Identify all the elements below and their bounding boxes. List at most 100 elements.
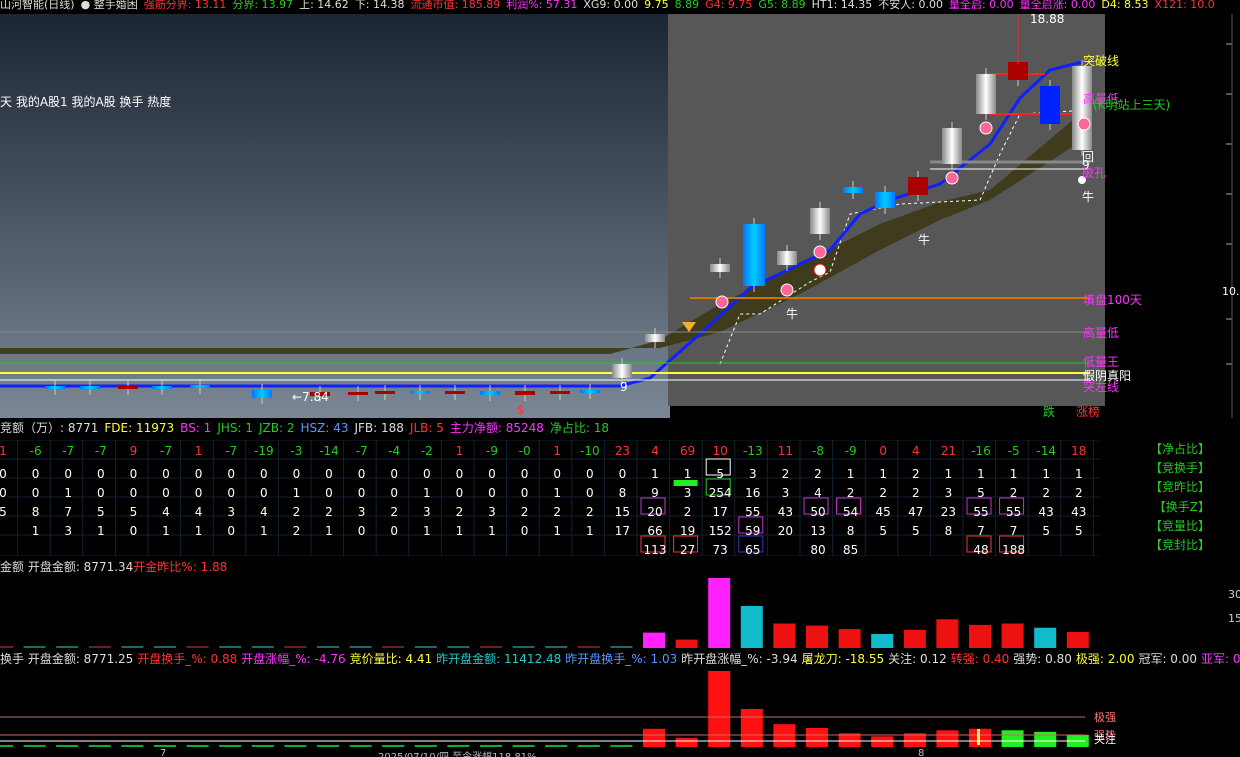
bar — [708, 671, 731, 747]
grid-cell: 21 — [940, 444, 957, 458]
bar — [251, 745, 274, 747]
signal-marker — [1077, 117, 1091, 131]
grid-cell: 1 — [31, 524, 40, 538]
indicator-value: JLB: 5 — [409, 421, 444, 435]
grid-cell: 0 — [0, 486, 7, 500]
indicator-value: 竞额（万）: 8771 — [0, 421, 99, 435]
grid-cell: 0 — [357, 467, 366, 481]
grid-cell: 8 — [618, 486, 627, 500]
grid-cell: 2 — [1074, 486, 1083, 500]
grid-cell: 5 — [0, 505, 7, 519]
candle-body — [777, 251, 797, 265]
grid-cell: 48 — [973, 543, 989, 557]
grid-cell: 17 — [614, 524, 631, 538]
chart-annotation: 牛 — [1082, 190, 1095, 204]
badge-up-rank[interactable]: 涨榜 — [1076, 403, 1100, 420]
grid-cell: 1 — [162, 524, 170, 538]
axis-label: 30 — [1228, 588, 1240, 601]
grid-cell: 152 — [708, 524, 732, 538]
indicator-value: 冠军: 0.00 — [1138, 652, 1198, 666]
indicator-value: JFB: 188 — [354, 421, 404, 435]
bar — [936, 619, 959, 648]
grid-cell: 5 — [716, 467, 724, 481]
bar — [121, 745, 144, 747]
grid-cell: 2 — [911, 467, 920, 481]
grid-cell: 3 — [944, 486, 953, 500]
indicator-value: 转强: 0.40 — [950, 652, 1010, 666]
bar — [88, 745, 111, 747]
indicator-value: ● 整手婚困 — [80, 0, 138, 11]
grid-cell: 7 — [64, 505, 72, 519]
grid-cell: 11 — [777, 444, 794, 458]
grid-row-label: 【净占比】 — [1149, 442, 1210, 456]
candle-body — [612, 364, 632, 378]
candlestick-chart[interactable]: 天 我的A股1 我的A股 换手 热度 18.88 ←7.84 10.0 突破线高… — [0, 12, 1240, 420]
candle-body — [976, 74, 996, 114]
bar — [577, 646, 600, 648]
bar — [56, 745, 79, 747]
signal-marker — [945, 171, 959, 185]
open-amount-bars: 30 15 — [0, 578, 1240, 648]
grid-cell: -3 — [290, 444, 303, 458]
chart-menu-text[interactable]: 天 我的A股1 我的A股 换手 热度 — [0, 93, 171, 110]
chart-annotation: (K明站上三天) — [1093, 98, 1171, 112]
bar — [219, 646, 242, 648]
grid-cell: 16 — [745, 486, 761, 500]
grid-cell: 43 — [1071, 505, 1087, 519]
bar — [480, 646, 502, 648]
grid-cell: 9 — [129, 444, 138, 458]
grid-cell: -9 — [486, 444, 498, 458]
indicator-value: 量全启涨: 0.00 — [1019, 0, 1096, 11]
grid-cell: 0 — [129, 486, 138, 500]
date-axis: 7 2025/07/10/四 至今涨幅118.81% 8 — [0, 748, 1240, 757]
bar — [284, 745, 307, 747]
grid-cell: 1 — [325, 524, 333, 538]
badge-down[interactable]: 跌 — [1043, 403, 1055, 420]
grid-cell: 80 — [810, 543, 826, 557]
auction-data-grid: 1 -6 -7 -7 9 -7 1 -7 -19 -3 -14 -7 -4 -2 1 -9 -0 1 -10 23 4 6… — [0, 440, 1100, 557]
candle-body — [580, 390, 600, 393]
indicator-value: 净占比: 18 — [549, 421, 610, 435]
grid-cell: 47 — [908, 505, 924, 519]
grid-cell: 2 — [390, 505, 398, 519]
grid-cell: 8 — [944, 524, 953, 538]
grid-cell: 4 — [651, 444, 659, 458]
grid-cell: 1 — [96, 524, 105, 538]
grid-cell: 1 — [194, 524, 203, 538]
indicator-value: 强筋分界: 13.11 — [143, 0, 227, 11]
indicator-value: 量全启: 0.00 — [948, 0, 1014, 11]
chart-annotation: 突破线 — [1083, 54, 1120, 68]
grid-row-label: 【竞换手】 — [1149, 461, 1210, 476]
grid-cell: 2 — [520, 505, 529, 519]
bar — [121, 646, 144, 648]
indicator-value: JZB: 2 — [258, 421, 295, 435]
grid-cell: -4 — [388, 444, 401, 458]
indicator-value: JHS: 1 — [217, 421, 253, 435]
grid-cell: -7 — [355, 444, 368, 458]
bar — [23, 646, 46, 648]
grid-cell: 8 — [31, 505, 40, 519]
grid-cell: 0 — [292, 467, 301, 481]
grid-cell: 3 — [683, 486, 692, 500]
grid-cell: 1 — [553, 524, 561, 538]
bar — [23, 745, 46, 747]
grid-cell: -7 — [225, 444, 238, 458]
grid-cell: 1 — [1042, 467, 1050, 481]
date-label: 2025/07/10/四 至今涨幅118.81% — [378, 748, 537, 757]
grid-cell: 1 — [64, 486, 72, 500]
indicator-value: 8.89 — [674, 0, 700, 11]
grid-cell: 5 — [1074, 524, 1083, 538]
grid-row-label: 【竞昨比】 — [1149, 480, 1210, 495]
signal-bar — [977, 729, 980, 745]
grid-cell: 5 — [129, 505, 138, 519]
grid-cell: 27 — [679, 543, 696, 557]
grid-cell: 254 — [708, 486, 732, 500]
bar — [1066, 631, 1089, 648]
grid-cell: 1 — [422, 486, 431, 500]
indicator-value: 昨开盘金额: 11412.48 — [436, 652, 562, 666]
chart-canvas — [0, 14, 1240, 418]
grid-cell: 0 — [0, 467, 7, 481]
candle-body — [480, 391, 500, 395]
axis-tick: 8 — [918, 748, 925, 757]
grid-cell: 2 — [814, 467, 822, 481]
